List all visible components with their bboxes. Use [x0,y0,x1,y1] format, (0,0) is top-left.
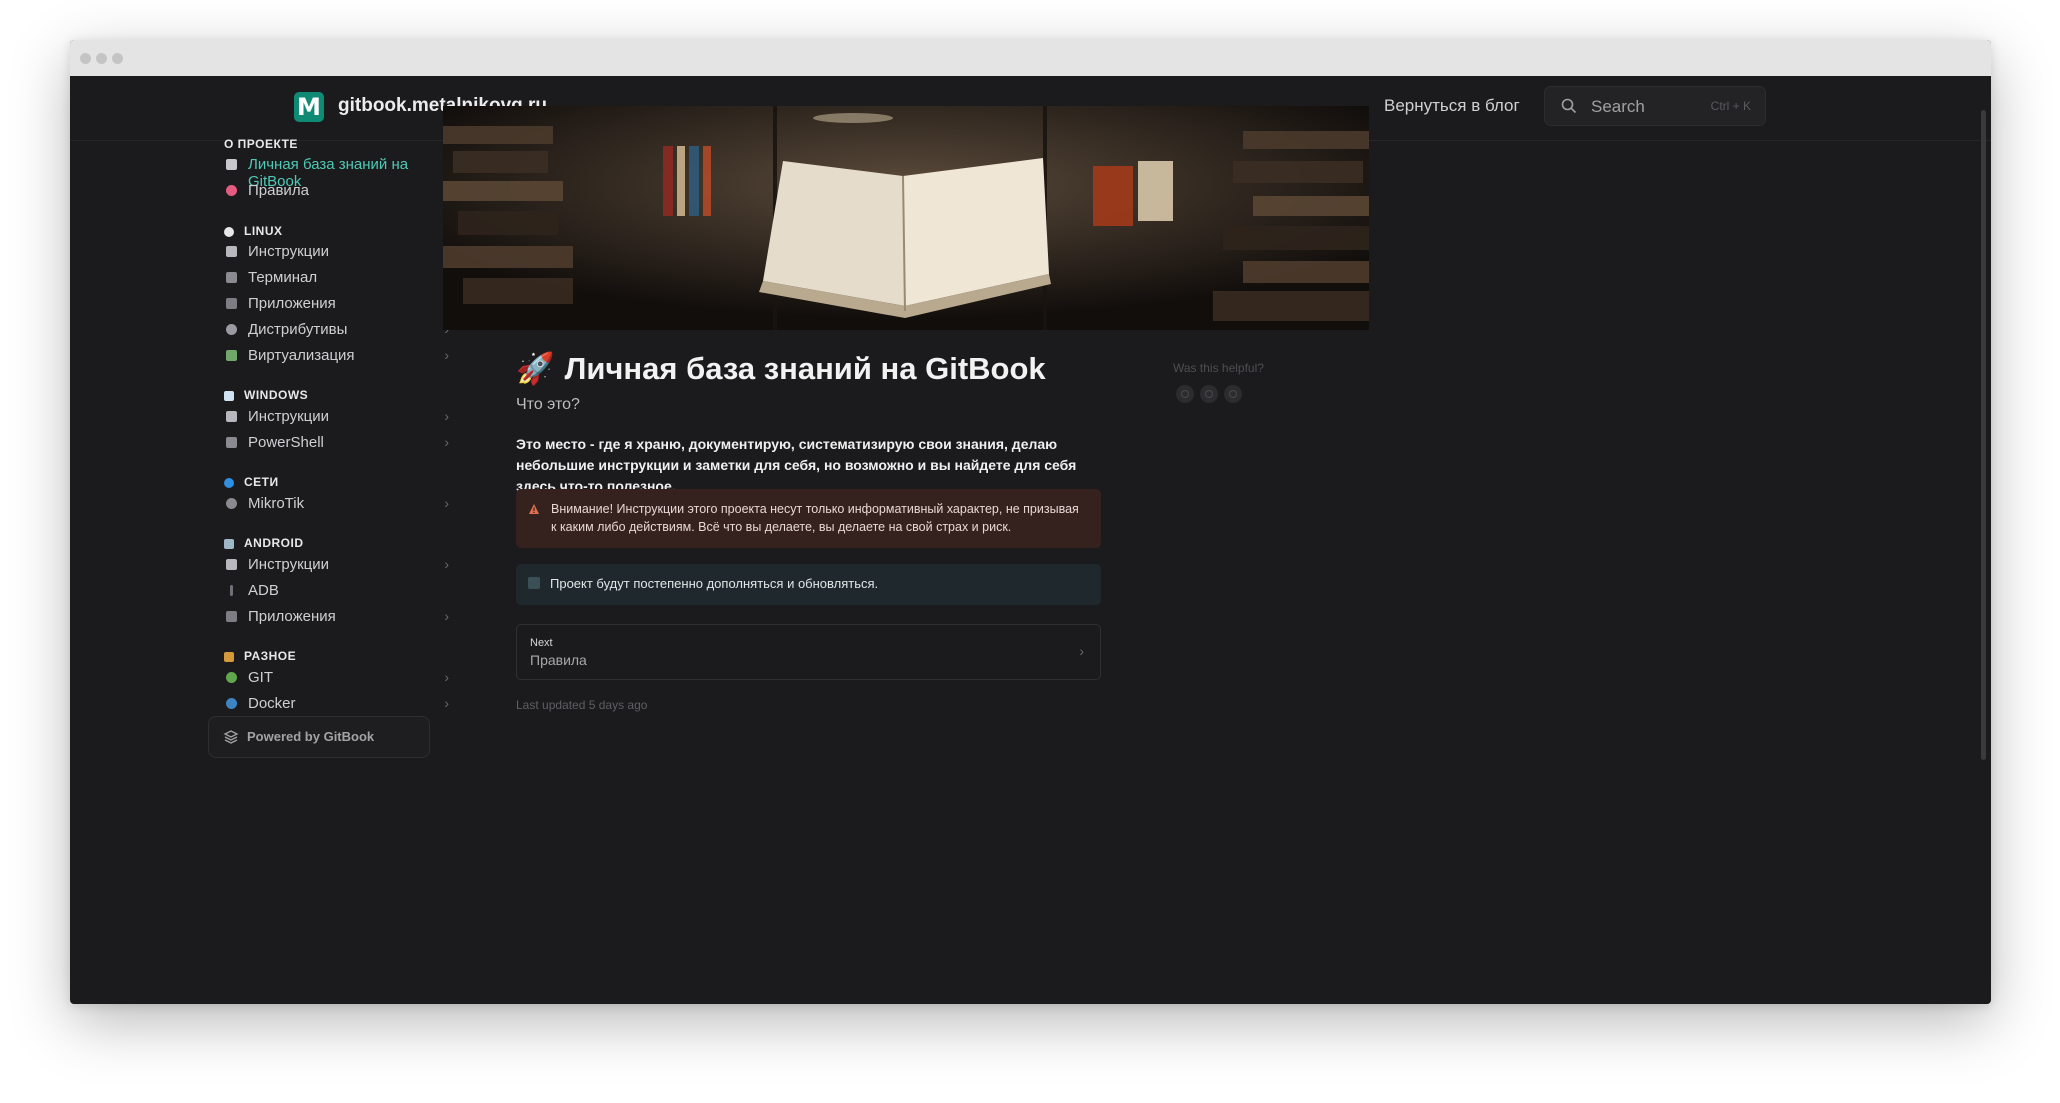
folder-icon [224,651,234,662]
sidebar-item-android-apps[interactable]: Приложения › [224,605,449,631]
sidebar-item-docker[interactable]: Docker › [224,692,449,718]
info-text: Проект будут постепенно дополняться и об… [550,576,879,591]
cover-image [443,106,1369,330]
sidebar-item-virtualization[interactable]: Виртуализация › [224,344,449,370]
window-icon [224,390,234,401]
sidebar-item-git[interactable]: GIT › [224,666,449,692]
rocket-icon: 🚀 [516,351,555,387]
warning-text: Внимание! Инструкции этого проекта несут… [551,502,1079,534]
page-subtitle: Что это? [516,396,580,413]
sidebar-item-linux-apps[interactable]: Приложения› [224,292,449,318]
warning-icon [529,504,539,514]
back-to-blog-link[interactable]: Вернуться в блог [1384,96,1520,116]
happy-face-icon[interactable] [1224,385,1242,403]
browser-window: M gitbook.metalnikovg.ru Вернуться в бло… [70,40,1991,1004]
neutral-face-icon[interactable] [1200,385,1218,403]
rocket-icon [226,159,237,170]
chevron-right-icon: › [444,556,449,572]
page-lead: Это место - где я храню, документирую, с… [516,436,1077,494]
sidebar-item-knowledge-base[interactable]: Личная база знаний на GitBook [224,153,449,190]
laptop-icon [226,298,237,309]
sidebar-item-distros[interactable]: Дистрибутивы› [224,318,449,344]
sidebar-section-linux: LINUX [224,224,283,238]
terminal-icon [226,272,237,283]
page-icon [226,411,237,422]
sidebar-section-networks: СЕТИ [224,475,279,489]
disc-icon [226,324,237,335]
window-dot [80,53,91,64]
search-placeholder: Search [1591,97,1645,116]
palm-icon [226,672,237,683]
scrollbar[interactable] [1981,110,1986,760]
search-icon [1561,98,1577,114]
chevron-right-icon: › [444,495,449,511]
next-label: Next [530,637,553,649]
globe-icon [224,477,234,488]
sidebar-item-android-instructions[interactable]: Инструкции › [224,553,449,579]
gear-icon [226,498,237,509]
sidebar-item-linux-instructions[interactable]: Инструкции› [224,240,449,266]
checkbox-icon [528,577,540,589]
sidebar-item-powershell[interactable]: PowerShell › [224,431,449,457]
search-input[interactable]: Search Ctrl + K [1544,86,1766,126]
window-dot [96,53,107,64]
phone-icon [224,538,234,549]
info-callout: Проект будут постепенно дополняться и об… [516,564,1101,605]
page-title: 🚀 Личная база знаний на GitBook [516,351,1046,387]
sidebar-section-windows: WINDOWS [224,388,308,402]
sidebar-item-mikrotik[interactable]: MikroTik › [224,492,449,518]
tool-icon [230,585,233,596]
sad-face-icon[interactable] [1176,385,1194,403]
laptop-icon [226,611,237,622]
powered-by-gitbook[interactable]: Powered by GitBook [208,716,430,758]
next-page-link[interactable]: Next Правила › [516,624,1101,680]
chevron-right-icon: › [444,408,449,424]
sidebar-section-misc: РАЗНОЕ [224,649,296,663]
sidebar-item-adb[interactable]: ADB [224,579,449,605]
page-icon [226,559,237,570]
sidebar-section-android: ANDROID [224,536,304,550]
sidebar-item-rules[interactable]: Правила [224,179,449,205]
last-updated: Last updated 5 days ago [516,698,648,712]
sidebar-item-windows-instructions[interactable]: Инструкции › [224,405,449,431]
gitbook-icon [223,730,239,744]
chevron-right-icon: › [444,347,449,363]
chevron-right-icon: › [1079,643,1084,659]
chevron-right-icon: › [444,434,449,450]
sidebar-item-terminal[interactable]: Терминал› [224,266,449,292]
whale-icon [226,698,237,709]
chevron-right-icon: › [444,608,449,624]
penguin-icon [224,226,234,237]
terminal-icon [226,437,237,448]
window-dot [112,53,123,64]
pencil-icon [226,350,237,361]
sidebar-section-about: О ПРОЕКТЕ [224,137,298,151]
warning-callout: Внимание! Инструкции этого проекта несут… [516,489,1101,548]
feedback-question: Was this helpful? [1173,361,1264,375]
heart-icon [226,185,237,196]
chevron-right-icon: › [444,695,449,711]
next-title: Правила [530,652,587,668]
chevron-right-icon: › [444,669,449,685]
page-icon [226,246,237,257]
search-shortcut: Ctrl + K [1710,99,1751,113]
